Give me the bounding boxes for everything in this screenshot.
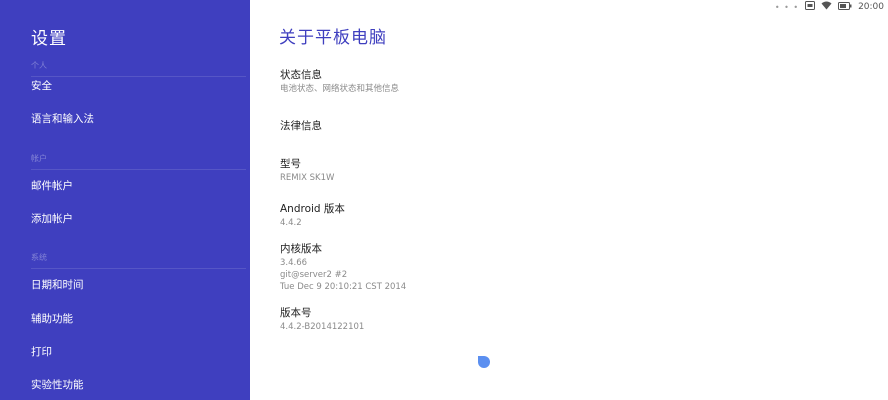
pref-title: 版本号 bbox=[280, 307, 312, 319]
about-tablet-panel: 关于平板电脑 状态信息 电池状态、网络状态和其他信息 法律信息 型号 REMIX… bbox=[250, 0, 888, 400]
pref-summary: 电池状态、网络状态和其他信息 bbox=[280, 84, 400, 94]
sidebar-item-add-account[interactable]: 添加帐户 bbox=[31, 207, 241, 231]
pref-build-number[interactable]: 版本号 4.4.2-B2014122101 bbox=[280, 306, 840, 333]
touch-pointer-icon bbox=[478, 356, 490, 368]
pref-summary: 4.4.2 bbox=[280, 218, 302, 228]
pref-legal-info[interactable]: 法律信息 bbox=[280, 119, 840, 133]
pref-status-info[interactable]: 状态信息 电池状态、网络状态和其他信息 bbox=[280, 68, 840, 95]
sidebar-item-date-time[interactable]: 日期和时间 bbox=[31, 273, 241, 297]
sidebar-item-accessibility[interactable]: 辅助功能 bbox=[31, 307, 241, 331]
section-header-personal: 个人 bbox=[31, 61, 47, 70]
sidebar-item-security[interactable]: 安全 bbox=[31, 74, 241, 98]
section-header-system: 系统 bbox=[31, 253, 47, 262]
pref-summary: REMIX SK1W bbox=[280, 173, 335, 183]
pref-title: 法律信息 bbox=[280, 120, 322, 132]
sidebar-item-printing[interactable]: 打印 bbox=[31, 340, 241, 364]
sidebar-title: 设置 bbox=[31, 29, 67, 49]
pref-summary: 4.4.2-B2014122101 bbox=[280, 322, 365, 332]
section-header-accounts: 帐户 bbox=[31, 154, 47, 163]
pref-kernel-version: 内核版本 3.4.66 git@server2 #2 Tue Dec 9 20:… bbox=[280, 242, 840, 293]
pref-title: 型号 bbox=[280, 158, 301, 170]
pref-model: 型号 REMIX SK1W bbox=[280, 157, 840, 184]
pref-title: 内核版本 bbox=[280, 243, 322, 255]
pref-title: Android 版本 bbox=[280, 203, 345, 215]
pref-summary-line: Tue Dec 9 20:10:21 CST 2014 bbox=[280, 282, 407, 292]
sidebar-item-language-input[interactable]: 语言和输入法 bbox=[31, 107, 241, 131]
pref-summary-line: git@server2 #2 bbox=[280, 270, 348, 280]
sidebar-item-email-account[interactable]: 邮件帐户 bbox=[31, 174, 241, 198]
settings-sidebar: 设置 个人 安全 语言和输入法 帐户 邮件帐户 添加帐户 系统 日期和时间 辅助… bbox=[0, 0, 250, 400]
divider bbox=[31, 268, 246, 269]
pref-android-version[interactable]: Android 版本 4.4.2 bbox=[280, 202, 840, 229]
divider bbox=[31, 169, 246, 170]
sidebar-item-experimental[interactable]: 实验性功能 bbox=[31, 373, 241, 397]
pref-summary-line: 3.4.66 bbox=[280, 258, 308, 268]
page-title: 关于平板电脑 bbox=[279, 28, 387, 48]
pref-title: 状态信息 bbox=[280, 69, 322, 81]
